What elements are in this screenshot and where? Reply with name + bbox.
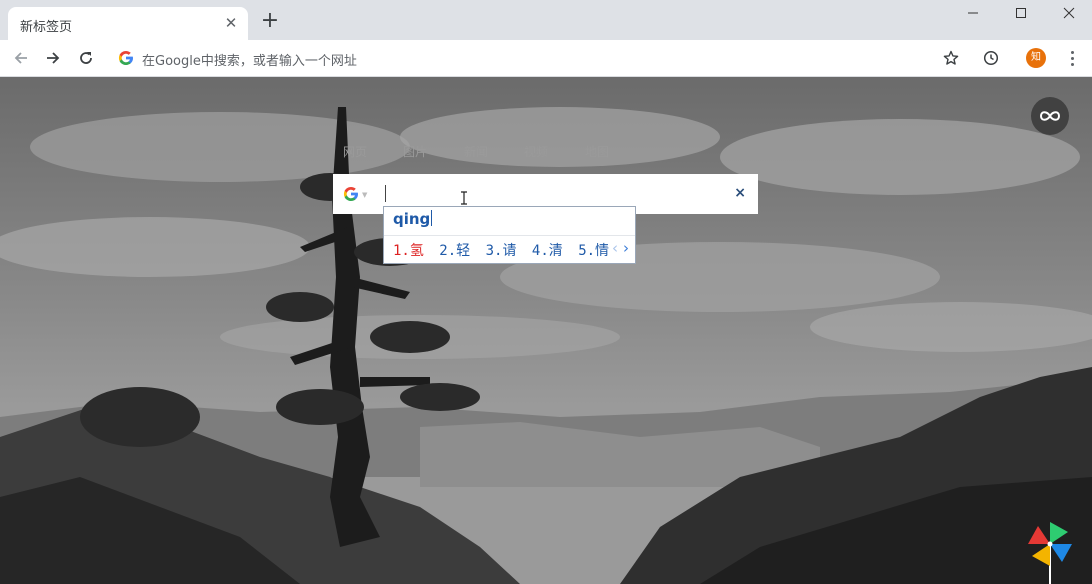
ime-cursor bbox=[431, 210, 433, 226]
pinwheel-icon[interactable] bbox=[1028, 520, 1072, 584]
minimize-button[interactable] bbox=[950, 0, 996, 26]
google-g-icon bbox=[118, 51, 133, 65]
ime-candidate[interactable]: 5.情 bbox=[578, 243, 609, 259]
tab-close-icon[interactable]: ✕ bbox=[222, 14, 240, 32]
reload-icon bbox=[80, 52, 92, 64]
reload-button[interactable] bbox=[74, 46, 98, 70]
close-window-button[interactable] bbox=[1046, 0, 1092, 26]
ime-composition: qing bbox=[393, 210, 433, 228]
ime-prev-page-icon[interactable]: ‹ bbox=[612, 239, 618, 257]
ime-next-page-icon[interactable]: › bbox=[623, 239, 629, 257]
ime-candidate[interactable]: 3.请 bbox=[486, 243, 517, 259]
menu-button[interactable] bbox=[1060, 46, 1084, 70]
arrow-right-icon bbox=[47, 52, 60, 64]
forward-button[interactable] bbox=[41, 46, 65, 70]
engine-dropdown-caret-icon[interactable]: ▼ bbox=[362, 191, 367, 199]
back-button[interactable] bbox=[9, 46, 33, 70]
history-button[interactable] bbox=[979, 46, 1003, 70]
ime-divider bbox=[384, 235, 635, 236]
clock-icon bbox=[983, 50, 999, 66]
search-tab-web[interactable]: 网页 bbox=[343, 143, 367, 160]
star-icon bbox=[943, 50, 959, 65]
mouse-ibeam-cursor-icon bbox=[461, 191, 467, 205]
clear-search-button[interactable]: × bbox=[734, 185, 746, 201]
text-cursor bbox=[385, 185, 386, 202]
profile-avatar[interactable]: 知 bbox=[1026, 48, 1046, 68]
new-tab-page: 网页 图片 新闻 视频 地图 ▼ × qing 1.氢 2.轻 3.请 4.清 … bbox=[0, 77, 1092, 584]
ime-candidate[interactable]: 2.轻 bbox=[439, 243, 470, 259]
ime-candidate-window: qing 1.氢 2.轻 3.请 4.清 5.情 ‹ › bbox=[383, 206, 636, 264]
search-tab-images[interactable]: 图片 bbox=[403, 143, 427, 160]
tab-title: 新标签页 bbox=[20, 20, 73, 35]
search-tab-maps[interactable]: 地图 bbox=[585, 143, 609, 160]
ime-candidate[interactable]: 4.清 bbox=[532, 243, 563, 259]
maximize-icon bbox=[1016, 8, 1026, 18]
menu-dot bbox=[1070, 62, 1074, 66]
tab-strip: 新标签页 ✕ + bbox=[0, 0, 1092, 40]
omnibox[interactable]: 在Google中搜索，或者输入一个网址 bbox=[112, 44, 932, 72]
close-icon bbox=[1063, 7, 1075, 19]
infinity-icon bbox=[1039, 111, 1061, 121]
tab-new-tab[interactable]: 新标签页 ✕ bbox=[8, 7, 248, 40]
google-g-icon[interactable] bbox=[343, 186, 359, 202]
infinity-extension-button[interactable] bbox=[1031, 97, 1069, 135]
ime-page-nav: ‹ › bbox=[612, 239, 629, 257]
new-tab-button[interactable]: + bbox=[259, 10, 281, 32]
minimize-icon bbox=[968, 12, 978, 14]
bookmark-button[interactable] bbox=[939, 46, 963, 70]
arrow-left-icon bbox=[14, 52, 27, 64]
menu-dot bbox=[1070, 50, 1074, 54]
browser-toolbar: 在Google中搜索，或者输入一个网址 知 bbox=[0, 40, 1092, 77]
maximize-button[interactable] bbox=[998, 0, 1044, 26]
omnibox-placeholder: 在Google中搜索，或者输入一个网址 bbox=[142, 54, 357, 69]
search-tab-news[interactable]: 新闻 bbox=[464, 143, 488, 160]
ime-candidate[interactable]: 1.氢 bbox=[393, 243, 424, 259]
search-tab-video[interactable]: 视频 bbox=[524, 143, 548, 160]
menu-dot bbox=[1070, 56, 1074, 60]
ime-composition-text: qing bbox=[393, 210, 431, 228]
ime-candidate-list: 1.氢 2.轻 3.请 4.清 5.情 bbox=[393, 240, 616, 260]
